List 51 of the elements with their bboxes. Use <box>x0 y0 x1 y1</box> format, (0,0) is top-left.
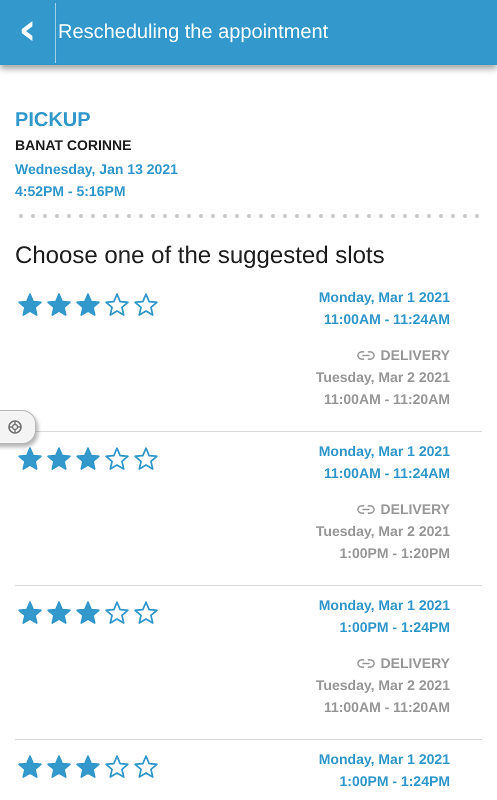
filled-star-icon <box>46 446 72 472</box>
slot-date: Monday, Mar 1 2021 <box>318 288 450 307</box>
slot-item[interactable]: Monday, Mar 1 2021 1:00PM - 1:24PM DELIVERY Tuesday, Mar 2 2021 11:00AM - 11:20AM <box>15 586 482 740</box>
filled-star-icon <box>75 446 101 472</box>
delivery-time: 11:00AM - 11:20AM <box>322 390 450 409</box>
link-icon <box>356 504 374 514</box>
filled-star-icon <box>17 446 43 472</box>
filled-star-icon <box>46 292 72 318</box>
link-icon <box>356 658 374 668</box>
prompt-text: Choose one of the suggested slots <box>15 242 386 270</box>
empty-star-icon <box>104 446 130 472</box>
pickup-time: 4:52PM - 5:16PM <box>15 182 126 201</box>
pickup-heading: PICKUP <box>15 109 92 132</box>
lifebuoy-icon <box>7 419 23 435</box>
customer-name: BANAT CORINNE <box>15 137 132 153</box>
filled-star-icon <box>17 292 43 318</box>
filled-star-icon <box>17 600 43 626</box>
empty-star-icon <box>133 446 159 472</box>
slot-time: 1:00PM - 1:24PM <box>338 772 450 791</box>
slot-time: 11:00AM - 11:24AM <box>322 464 450 483</box>
slot-date: Monday, Mar 1 2021 <box>318 596 450 615</box>
slot-time: 11:00AM - 11:24AM <box>322 310 450 329</box>
empty-star-icon <box>133 292 159 318</box>
slot-time: 1:00PM - 1:24PM <box>338 618 450 637</box>
filled-star-icon <box>17 754 43 780</box>
delivery-date: Tuesday, Mar 2 2021 <box>316 522 450 541</box>
filled-star-icon <box>46 754 72 780</box>
delivery-label: DELIVERY <box>380 346 450 365</box>
link-icon <box>356 350 374 360</box>
slot-item[interactable]: Monday, Mar 1 2021 1:00PM - 1:24PM <box>15 740 482 800</box>
slot-date: Monday, Mar 1 2021 <box>318 442 450 461</box>
delivery-date: Tuesday, Mar 2 2021 <box>316 368 450 387</box>
back-button[interactable]: ‹ <box>0 2 55 62</box>
empty-star-icon <box>104 754 130 780</box>
filled-star-icon <box>75 754 101 780</box>
empty-star-icon <box>133 600 159 626</box>
filled-star-icon <box>75 292 101 318</box>
filled-star-icon <box>46 600 72 626</box>
empty-star-icon <box>104 600 130 626</box>
floating-handle[interactable] <box>0 410 36 444</box>
delivery-label: DELIVERY <box>380 654 450 673</box>
delivery-date: Tuesday, Mar 2 2021 <box>316 676 450 695</box>
pickup-date: Wednesday, Jan 13 2021 <box>15 160 179 179</box>
empty-star-icon <box>133 754 159 780</box>
delivery-time: 1:00PM - 1:20PM <box>338 544 450 563</box>
delivery-label: DELIVERY <box>380 500 450 519</box>
empty-star-icon <box>104 292 130 318</box>
slot-date: Monday, Mar 1 2021 <box>318 750 450 769</box>
filled-star-icon <box>75 600 101 626</box>
screen-title: Rescheduling the appointment <box>58 21 328 44</box>
delivery-time: 11:00AM - 11:20AM <box>322 698 450 717</box>
